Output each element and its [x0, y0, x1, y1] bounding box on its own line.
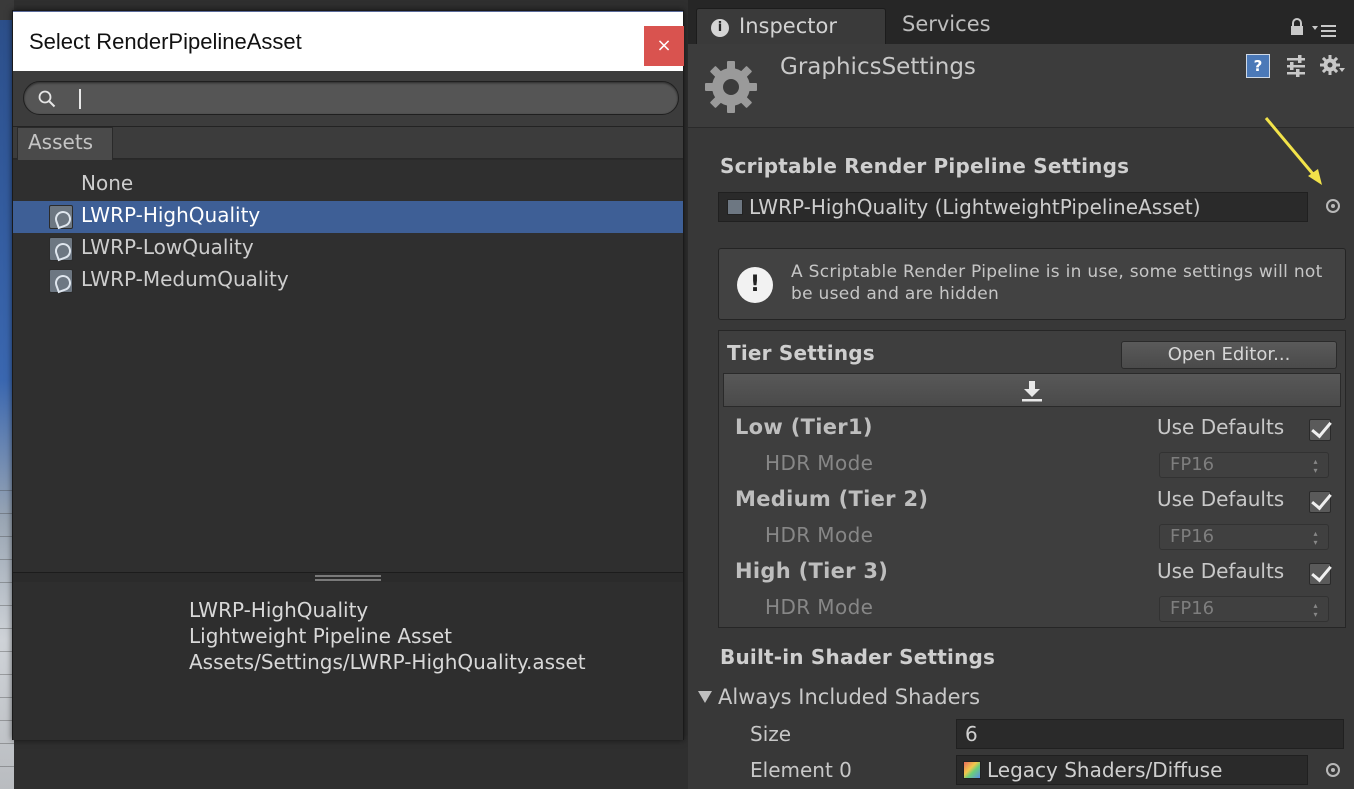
tab-assets[interactable]: Assets	[17, 127, 113, 160]
hdr-mode-label: HDR Mode	[765, 451, 874, 475]
graphics-settings-gear-icon	[705, 61, 757, 113]
srp-asset-value: LWRP-HighQuality (LightweightPipelineAss…	[749, 195, 1201, 219]
tier-settings-heading: Tier Settings	[727, 341, 875, 365]
use-defaults-label: Use Defaults	[1157, 559, 1285, 583]
preview-asset-type: Lightweight Pipeline Asset	[189, 624, 452, 648]
shader-settings-heading: Built-in Shader Settings	[720, 645, 996, 669]
inspector-header: GraphicsSettings ?	[688, 44, 1354, 128]
text-caret	[79, 89, 81, 109]
use-defaults-checkbox[interactable]	[1309, 491, 1331, 513]
hdr-mode-select[interactable]: FP16	[1159, 524, 1329, 550]
tier-settings-box: Tier Settings Open Editor... Low (Tier1)…	[718, 330, 1346, 628]
use-defaults-checkbox[interactable]	[1309, 419, 1331, 441]
asset-list-item[interactable]: LWRP-MedumQuality	[13, 265, 683, 297]
pipeline-asset-icon	[49, 205, 73, 229]
window-title: Select RenderPipelineAsset	[29, 29, 302, 54]
preview-asset-path: Assets/Settings/LWRP-HighQuality.asset	[189, 650, 586, 674]
element0-value: Legacy Shaders/Diffuse	[987, 758, 1223, 782]
tier-expand-button[interactable]	[723, 373, 1341, 407]
asset-list-item[interactable]: None	[13, 169, 683, 201]
asset-list-item-label: LWRP-LowQuality	[81, 235, 254, 259]
help-box-text: A Scriptable Render Pipeline is in use, …	[791, 262, 1323, 304]
asset-tabbar: Assets	[13, 127, 683, 160]
size-field[interactable]: 6	[956, 719, 1344, 749]
close-button[interactable]: ×	[644, 26, 684, 66]
srp-settings-heading: Scriptable Render Pipeline Settings	[720, 154, 1130, 178]
lock-icon[interactable]	[1290, 18, 1304, 36]
search-icon	[38, 90, 56, 108]
element0-label: Element 0	[750, 758, 852, 782]
asset-list-item[interactable]: LWRP-LowQuality	[13, 233, 683, 265]
size-label: Size	[750, 722, 792, 746]
hdr-mode-label: HDR Mode	[765, 595, 874, 619]
preview-asset-name: LWRP-HighQuality	[189, 598, 369, 622]
hdr-mode-label: HDR Mode	[765, 523, 874, 547]
hdr-mode-select[interactable]: FP16	[1159, 452, 1329, 478]
object-picker-button[interactable]	[1326, 199, 1340, 213]
inspector-tabbar: i Inspector Services	[688, 0, 1354, 44]
element0-picker-button[interactable]	[1326, 763, 1340, 777]
tab-menu-icon[interactable]	[1312, 22, 1336, 38]
asset-list-item-label: LWRP-HighQuality	[81, 203, 261, 227]
asset-list: None LWRP-HighQuality LWRP-LowQuality LWRP-…	[13, 160, 683, 572]
preview-splitter[interactable]	[13, 572, 683, 582]
always-included-foldout[interactable]: Always Included Shaders	[698, 685, 980, 709]
download-arrow-icon	[1022, 381, 1042, 402]
inspector-object-title: GraphicsSettings	[780, 54, 976, 80]
use-defaults-checkbox[interactable]	[1309, 563, 1331, 585]
search-toolbar	[13, 71, 683, 127]
pipeline-asset-icon	[49, 237, 73, 261]
use-defaults-label: Use Defaults	[1157, 487, 1285, 511]
preview-pane: LWRP-HighQuality Lightweight Pipeline As…	[13, 582, 683, 740]
inspector-panel: i Inspector Services GraphicsSettings ? …	[688, 0, 1354, 789]
asset-list-item-label: None	[81, 171, 134, 195]
pipeline-asset-icon	[49, 269, 73, 293]
asset-list-item[interactable]: LWRP-HighQuality	[13, 201, 683, 233]
tier-name: Medium (Tier 2)	[735, 487, 929, 511]
tab-services[interactable]: Services	[902, 12, 991, 36]
shader-icon	[963, 761, 981, 779]
pipeline-asset-icon	[727, 199, 743, 215]
use-defaults-label: Use Defaults	[1157, 415, 1285, 439]
foldout-arrow-icon[interactable]	[698, 691, 712, 703]
annotation-arrow-icon	[1264, 117, 1322, 185]
search-input[interactable]	[23, 81, 679, 115]
select-render-pipeline-window: Select RenderPipelineAsset × Assets None…	[12, 10, 684, 740]
tab-inspector[interactable]: i Inspector	[696, 8, 886, 44]
warning-icon: !	[737, 267, 773, 303]
settings-gear-icon[interactable]	[1320, 54, 1346, 78]
tier-name: High (Tier 3)	[735, 559, 889, 583]
window-titlebar[interactable]: Select RenderPipelineAsset ×	[13, 11, 684, 71]
info-icon: i	[711, 19, 729, 37]
srp-asset-field[interactable]: LWRP-HighQuality (LightweightPipelineAss…	[718, 192, 1308, 222]
srp-help-box: ! A Scriptable Render Pipeline is in use…	[718, 248, 1346, 320]
always-included-label: Always Included Shaders	[718, 685, 981, 709]
open-editor-button[interactable]: Open Editor...	[1121, 341, 1337, 369]
help-icon[interactable]: ?	[1246, 54, 1270, 78]
presets-icon[interactable]	[1284, 54, 1308, 78]
hdr-mode-select[interactable]: FP16	[1159, 596, 1329, 622]
tier-name: Low (Tier1)	[735, 415, 873, 439]
tab-inspector-label: Inspector	[739, 14, 837, 38]
splitter-grip-icon[interactable]	[315, 575, 381, 581]
asset-list-item-label: LWRP-MedumQuality	[81, 267, 289, 291]
element0-shader-field[interactable]: Legacy Shaders/Diffuse	[956, 755, 1308, 785]
